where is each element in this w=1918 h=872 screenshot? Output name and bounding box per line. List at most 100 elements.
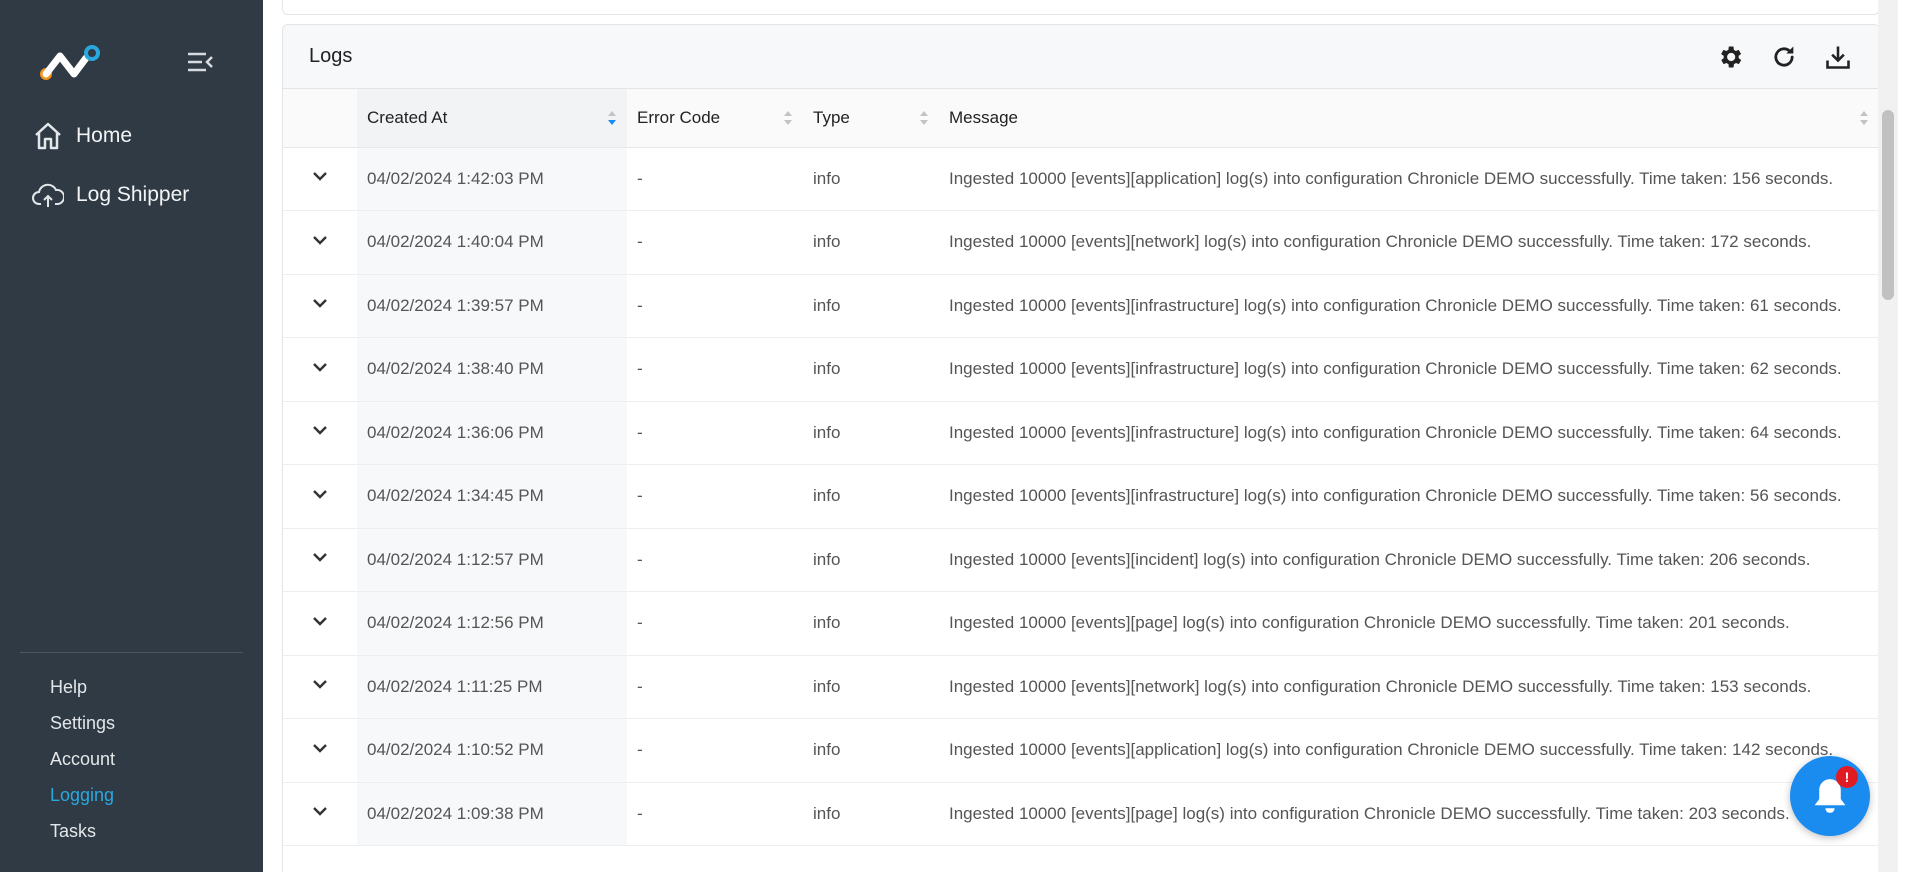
chevron-down-icon[interactable] xyxy=(310,230,330,250)
table-row[interactable]: 04/02/2024 1:42:03 PM - info Ingested 10000… xyxy=(283,147,1879,211)
expand-cell[interactable] xyxy=(283,210,357,275)
column-header-label: Type xyxy=(813,107,850,127)
column-header-created-at[interactable]: Created At xyxy=(357,89,627,148)
table-row[interactable]: 04/02/2024 1:39:57 PM - info Ingested 10000… xyxy=(283,274,1879,338)
chevron-down-icon[interactable] xyxy=(310,357,330,377)
chevron-down-icon[interactable] xyxy=(310,166,330,186)
brand-logo[interactable] xyxy=(38,44,100,84)
cell-message: Ingested 10000 [events][infrastructure] … xyxy=(939,401,1879,465)
cell-message: Ingested 10000 [events][incident] log(s)… xyxy=(939,528,1879,592)
cell-created-at: 04/02/2024 1:34:45 PM xyxy=(357,464,627,529)
table-row[interactable]: 04/02/2024 1:12:56 PM - info Ingested 10000… xyxy=(283,591,1879,656)
chevron-down-icon[interactable] xyxy=(310,738,330,758)
expand-cell[interactable] xyxy=(283,591,357,656)
cell-error-code: - xyxy=(627,464,803,529)
table-header-row: Created At Error Code Type Message xyxy=(283,89,1879,148)
cell-error-code: - xyxy=(627,591,803,656)
logs-card: Logs Created At Error Code Type Message … xyxy=(282,24,1880,872)
sidebar-divider xyxy=(20,652,243,653)
table-row[interactable]: 04/02/2024 1:36:06 PM - info Ingested 10000… xyxy=(283,401,1879,465)
chevron-down-icon[interactable] xyxy=(310,484,330,504)
expand-cell[interactable] xyxy=(283,655,357,719)
cell-message: Ingested 10000 [events][network] log(s) … xyxy=(939,655,1879,719)
column-header-label: Created At xyxy=(367,107,448,127)
table-row[interactable]: 04/02/2024 1:40:04 PM - info Ingested 10000… xyxy=(283,210,1879,275)
cell-created-at: 04/02/2024 1:10:52 PM xyxy=(357,718,627,783)
sidebar: Home Log Shipper Help Settings Account L… xyxy=(0,0,263,872)
chevron-down-icon[interactable] xyxy=(310,420,330,440)
cell-error-code: - xyxy=(627,337,803,402)
table-row[interactable]: 04/02/2024 1:10:52 PM - info Ingested 10000… xyxy=(283,718,1879,783)
table-row[interactable]: 04/02/2024 1:12:57 PM - info Ingested 10000… xyxy=(283,528,1879,592)
chevron-down-icon[interactable] xyxy=(310,801,330,821)
sidebar-link-settings[interactable]: Settings xyxy=(50,713,115,734)
notifications-button[interactable]: ! xyxy=(1790,756,1870,836)
cell-error-code: - xyxy=(627,210,803,275)
cell-message: Ingested 10000 [events][page] log(s) int… xyxy=(939,782,1879,846)
cell-message: Ingested 10000 [events][application] log… xyxy=(939,718,1879,783)
sidebar-link-logging[interactable]: Logging xyxy=(50,785,114,806)
column-header-label: Message xyxy=(949,107,1018,127)
cell-error-code: - xyxy=(627,401,803,465)
chevron-down-icon[interactable] xyxy=(310,674,330,694)
cell-created-at: 04/02/2024 1:42:03 PM xyxy=(357,147,627,211)
chevron-down-icon[interactable] xyxy=(310,547,330,567)
table-row[interactable]: 04/02/2024 1:38:40 PM - info Ingested 10000… xyxy=(283,337,1879,402)
chevron-down-icon[interactable] xyxy=(310,293,330,313)
cell-message: Ingested 10000 [events][infrastructure] … xyxy=(939,274,1879,338)
cell-type: info xyxy=(803,782,939,846)
table-row[interactable]: 04/02/2024 1:11:25 PM - info Ingested 10000… xyxy=(283,655,1879,719)
gear-icon xyxy=(1721,46,1742,67)
nav-log-shipper[interactable]: Log Shipper xyxy=(32,175,189,215)
logs-table: Created At Error Code Type Message 04/02… xyxy=(283,89,1879,846)
expand-cell[interactable] xyxy=(283,464,357,529)
cell-error-code: - xyxy=(627,782,803,846)
cell-created-at: 04/02/2024 1:11:25 PM xyxy=(357,655,627,719)
cell-type: info xyxy=(803,464,939,529)
cell-created-at: 04/02/2024 1:40:04 PM xyxy=(357,210,627,275)
column-header-message[interactable]: Message xyxy=(939,89,1879,148)
collapse-menu-icon[interactable] xyxy=(186,50,214,74)
sidebar-link-help[interactable]: Help xyxy=(50,677,87,698)
cell-message: Ingested 10000 [events][network] log(s) … xyxy=(939,210,1879,275)
expand-cell[interactable] xyxy=(283,147,357,211)
column-header-type[interactable]: Type xyxy=(803,89,939,148)
logs-header: Logs xyxy=(283,25,1879,89)
expand-cell[interactable] xyxy=(283,401,357,465)
expand-cell[interactable] xyxy=(283,782,357,846)
cell-created-at: 04/02/2024 1:39:57 PM xyxy=(357,274,627,338)
nav-home[interactable]: Home xyxy=(32,116,132,156)
sort-icon[interactable] xyxy=(919,109,929,127)
column-header-error-code[interactable]: Error Code xyxy=(627,89,803,148)
table-row[interactable]: 04/02/2024 1:34:45 PM - info Ingested 10000… xyxy=(283,464,1879,529)
sort-desc-icon[interactable] xyxy=(607,109,617,127)
chevron-down-icon[interactable] xyxy=(310,611,330,631)
column-header-label: Error Code xyxy=(637,107,721,127)
download-button[interactable] xyxy=(1823,42,1853,72)
sort-icon[interactable] xyxy=(1859,109,1869,127)
expand-column-header xyxy=(283,89,357,148)
cell-error-code: - xyxy=(627,655,803,719)
cell-message: Ingested 10000 [events][infrastructure] … xyxy=(939,464,1879,529)
expand-cell[interactable] xyxy=(283,718,357,783)
cell-message: Ingested 10000 [events][page] log(s) int… xyxy=(939,591,1879,656)
home-icon xyxy=(35,122,61,150)
sidebar-link-account[interactable]: Account xyxy=(50,749,115,770)
cell-type: info xyxy=(803,655,939,719)
cell-type: info xyxy=(803,718,939,783)
expand-cell[interactable] xyxy=(283,528,357,592)
refresh-button[interactable] xyxy=(1769,42,1799,72)
scrollbar-thumb[interactable] xyxy=(1882,110,1894,300)
cell-message: Ingested 10000 [events][application] log… xyxy=(939,147,1879,211)
logs-title: Logs xyxy=(309,45,353,67)
cell-created-at: 04/02/2024 1:12:57 PM xyxy=(357,528,627,592)
sidebar-link-tasks[interactable]: Tasks xyxy=(50,821,96,842)
cell-error-code: - xyxy=(627,718,803,783)
table-row[interactable]: 04/02/2024 1:09:38 PM - info Ingested 10000… xyxy=(283,782,1879,846)
expand-cell[interactable] xyxy=(283,337,357,402)
settings-button[interactable] xyxy=(1715,42,1745,72)
nav-log-shipper-label: Log Shipper xyxy=(76,183,190,206)
sort-icon[interactable] xyxy=(783,109,793,127)
expand-cell[interactable] xyxy=(283,274,357,338)
page-scrollbar[interactable] xyxy=(1878,0,1898,872)
